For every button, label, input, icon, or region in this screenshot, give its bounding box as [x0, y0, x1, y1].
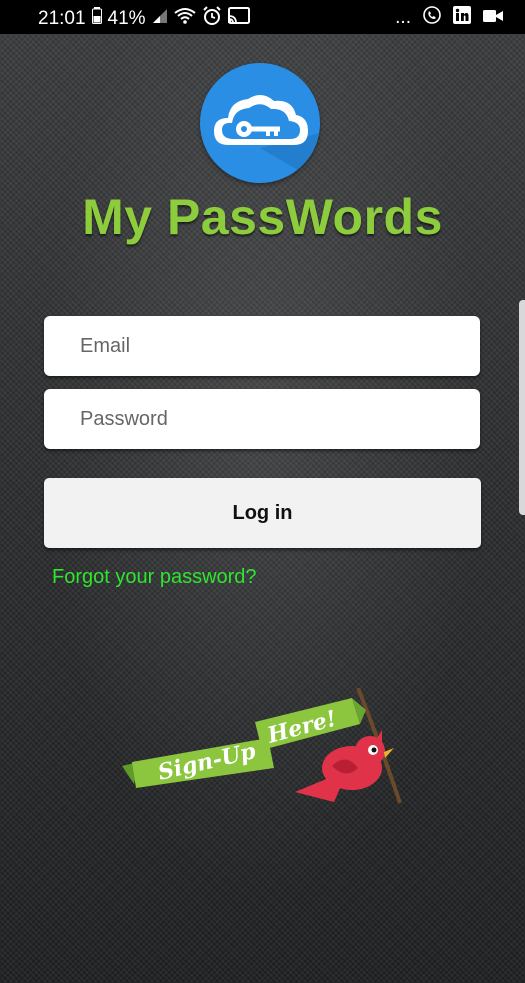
alarm-icon: [202, 6, 222, 31]
app-title: My PassWords: [82, 189, 443, 245]
signup-banner-button[interactable]: Sign-Up Here!: [120, 687, 405, 808]
wifi-icon: [173, 7, 196, 30]
email-field[interactable]: [44, 316, 480, 376]
cast-icon: [227, 7, 250, 30]
password-field[interactable]: [44, 389, 480, 449]
status-bar: 21:01 41% ...: [0, 0, 525, 34]
more-notifications: ...: [395, 7, 411, 28]
app-logo: [200, 63, 320, 183]
forgot-password-link[interactable]: Forgot your password?: [52, 566, 257, 589]
call-icon: [423, 6, 441, 30]
cloud-key-icon: [214, 94, 320, 183]
video-icon: [483, 7, 503, 29]
login-button[interactable]: Log in: [44, 478, 481, 548]
signal-icon: [152, 8, 168, 30]
linkedin-icon: [453, 6, 471, 30]
scroll-handle[interactable]: [519, 300, 525, 515]
signup-label: Sign-Up: [156, 738, 259, 786]
battery-percent: 41%: [107, 7, 146, 29]
battery-icon: [91, 7, 102, 30]
red-bird-icon: [295, 730, 394, 802]
clock: 21:01: [38, 7, 86, 29]
